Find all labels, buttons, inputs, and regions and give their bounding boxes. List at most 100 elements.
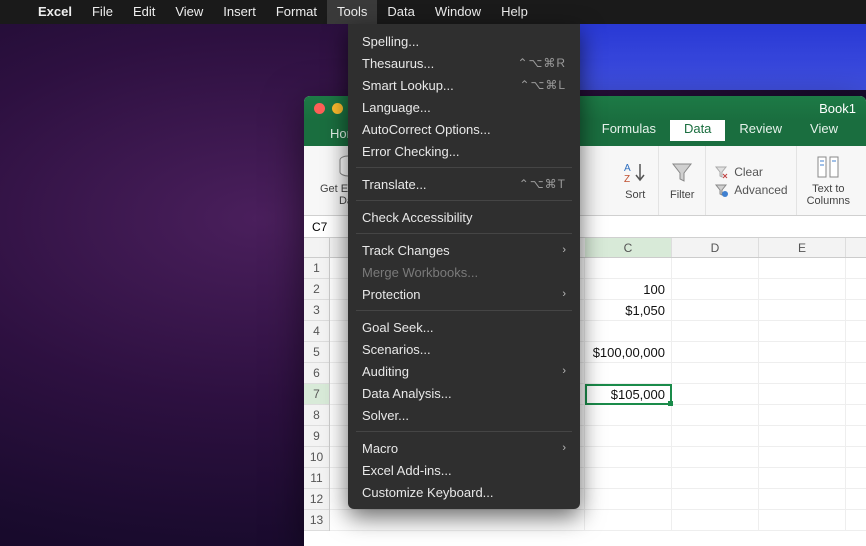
- menu-data[interactable]: Data: [377, 0, 424, 24]
- menu-item-thesaurus[interactable]: Thesaurus... ⌃⌥⌘R: [348, 52, 580, 74]
- menu-item-goal-seek[interactable]: Goal Seek...: [348, 316, 580, 338]
- submenu-arrow-icon: ›: [562, 288, 566, 300]
- menu-window[interactable]: Window: [425, 0, 491, 24]
- menu-tools[interactable]: Tools: [327, 0, 377, 24]
- menu-item-customize-keyboard[interactable]: Customize Keyboard...: [348, 481, 580, 503]
- shortcut-label: ⌃⌥⌘R: [517, 56, 566, 70]
- menu-insert[interactable]: Insert: [213, 0, 266, 24]
- cell-c5[interactable]: $100,00,000: [585, 342, 672, 362]
- column-header-e[interactable]: E: [759, 238, 846, 257]
- submenu-arrow-icon: ›: [562, 365, 566, 377]
- clear-filter-icon: [714, 165, 728, 179]
- row-header-7[interactable]: 7: [304, 384, 329, 405]
- row-header-11[interactable]: 11: [304, 468, 329, 489]
- tools-dropdown: Spelling... Thesaurus... ⌃⌥⌘R Smart Lookup.…: [348, 24, 580, 509]
- submenu-arrow-icon: ›: [562, 442, 566, 454]
- menu-separator: [356, 200, 572, 201]
- menu-item-label: Spelling...: [362, 34, 419, 49]
- menu-item-translate[interactable]: Translate... ⌃⌥⌘T: [348, 173, 580, 195]
- menu-help[interactable]: Help: [491, 0, 538, 24]
- menu-edit[interactable]: Edit: [123, 0, 165, 24]
- cell-c2[interactable]: 100: [585, 279, 672, 299]
- row-header-4[interactable]: 4: [304, 321, 329, 342]
- svg-text:Z: Z: [624, 174, 630, 185]
- menu-separator: [356, 233, 572, 234]
- menu-item-data-analysis[interactable]: Data Analysis...: [348, 382, 580, 404]
- menu-item-auditing[interactable]: Auditing ›: [348, 360, 580, 382]
- ribbon-label: Filter: [670, 189, 694, 201]
- menu-item-macro[interactable]: Macro ›: [348, 437, 580, 459]
- menu-item-label: Protection: [362, 287, 421, 302]
- menu-item-autocorrect-options[interactable]: AutoCorrect Options...: [348, 118, 580, 140]
- menu-item-error-checking[interactable]: Error Checking...: [348, 140, 580, 162]
- menu-file[interactable]: File: [82, 0, 123, 24]
- menu-item-label: Error Checking...: [362, 144, 460, 159]
- menu-item-label: Scenarios...: [362, 342, 431, 357]
- row-header-12[interactable]: 12: [304, 489, 329, 510]
- menu-item-smart-lookup[interactable]: Smart Lookup... ⌃⌥⌘L: [348, 74, 580, 96]
- menu-item-label: Auditing: [362, 364, 409, 379]
- menu-view[interactable]: View: [165, 0, 213, 24]
- menu-separator: [356, 310, 572, 311]
- menu-item-label: Merge Workbooks...: [362, 265, 478, 280]
- text-columns-icon: [815, 154, 841, 180]
- row-header-2[interactable]: 2: [304, 279, 329, 300]
- menu-item-label: Track Changes: [362, 243, 450, 258]
- ribbon-label: Sort: [625, 189, 645, 201]
- submenu-arrow-icon: ›: [562, 244, 566, 256]
- advanced-button[interactable]: Advanced: [714, 183, 787, 197]
- sort-button[interactable]: AZ Sort: [612, 146, 659, 215]
- sort-az-icon: AZ: [622, 160, 648, 186]
- window-minimize-button[interactable]: [332, 103, 343, 114]
- cell-c6[interactable]: [585, 363, 672, 383]
- menu-item-label: Language...: [362, 100, 431, 115]
- menu-item-label: Goal Seek...: [362, 320, 434, 335]
- menu-item-language[interactable]: Language...: [348, 96, 580, 118]
- menu-item-label: Thesaurus...: [362, 56, 434, 71]
- row-header-13[interactable]: 13: [304, 510, 329, 531]
- menu-item-solver[interactable]: Solver...: [348, 404, 580, 426]
- row-header-9[interactable]: 9: [304, 426, 329, 447]
- row-header-3[interactable]: 3: [304, 300, 329, 321]
- row-headers: 12345678910111213: [304, 258, 330, 531]
- svg-text:A: A: [624, 163, 631, 174]
- menu-item-check-accessibility[interactable]: Check Accessibility: [348, 206, 580, 228]
- ribbon-label: Advanced: [734, 183, 787, 197]
- window-title: Book1: [819, 101, 856, 116]
- ribbon-label: Clear: [734, 165, 763, 179]
- select-all-corner[interactable]: [304, 238, 330, 258]
- window-close-button[interactable]: [314, 103, 325, 114]
- text-to-columns-button[interactable]: Text to Columns: [797, 146, 860, 215]
- row-header-8[interactable]: 8: [304, 405, 329, 426]
- menu-item-track-changes[interactable]: Track Changes ›: [348, 239, 580, 261]
- ribbon-label: Text to Columns: [807, 183, 850, 207]
- row-header-10[interactable]: 10: [304, 447, 329, 468]
- row-header-5[interactable]: 5: [304, 342, 329, 363]
- shortcut-label: ⌃⌥⌘T: [519, 177, 566, 191]
- menu-item-label: Check Accessibility: [362, 210, 473, 225]
- menu-separator: [356, 431, 572, 432]
- cell-c4[interactable]: [585, 321, 672, 341]
- column-header-c[interactable]: C: [585, 238, 672, 257]
- menu-item-scenarios[interactable]: Scenarios...: [348, 338, 580, 360]
- cell-c3[interactable]: $1,050: [585, 300, 672, 320]
- clear-button[interactable]: Clear: [714, 165, 787, 179]
- menu-excel[interactable]: Excel: [28, 0, 82, 24]
- menu-item-spelling[interactable]: Spelling...: [348, 30, 580, 52]
- menubar: Excel File Edit View Insert Format Tools…: [0, 0, 866, 24]
- menu-item-label: Data Analysis...: [362, 386, 452, 401]
- column-header-d[interactable]: D: [672, 238, 759, 257]
- menu-item-label: Smart Lookup...: [362, 78, 454, 93]
- row-header-1[interactable]: 1: [304, 258, 329, 279]
- cell-c7[interactable]: $105,000: [585, 384, 672, 404]
- cell-c1[interactable]: [585, 258, 672, 278]
- menu-format[interactable]: Format: [266, 0, 327, 24]
- menu-item-excel-add-ins[interactable]: Excel Add-ins...: [348, 459, 580, 481]
- menu-item-label: Solver...: [362, 408, 409, 423]
- row-header-6[interactable]: 6: [304, 363, 329, 384]
- shortcut-label: ⌃⌥⌘L: [519, 78, 566, 92]
- menu-item-protection[interactable]: Protection ›: [348, 283, 580, 305]
- menu-item-label: Macro: [362, 441, 398, 456]
- filter-button[interactable]: Filter: [659, 146, 706, 215]
- menu-item-label: Translate...: [362, 177, 427, 192]
